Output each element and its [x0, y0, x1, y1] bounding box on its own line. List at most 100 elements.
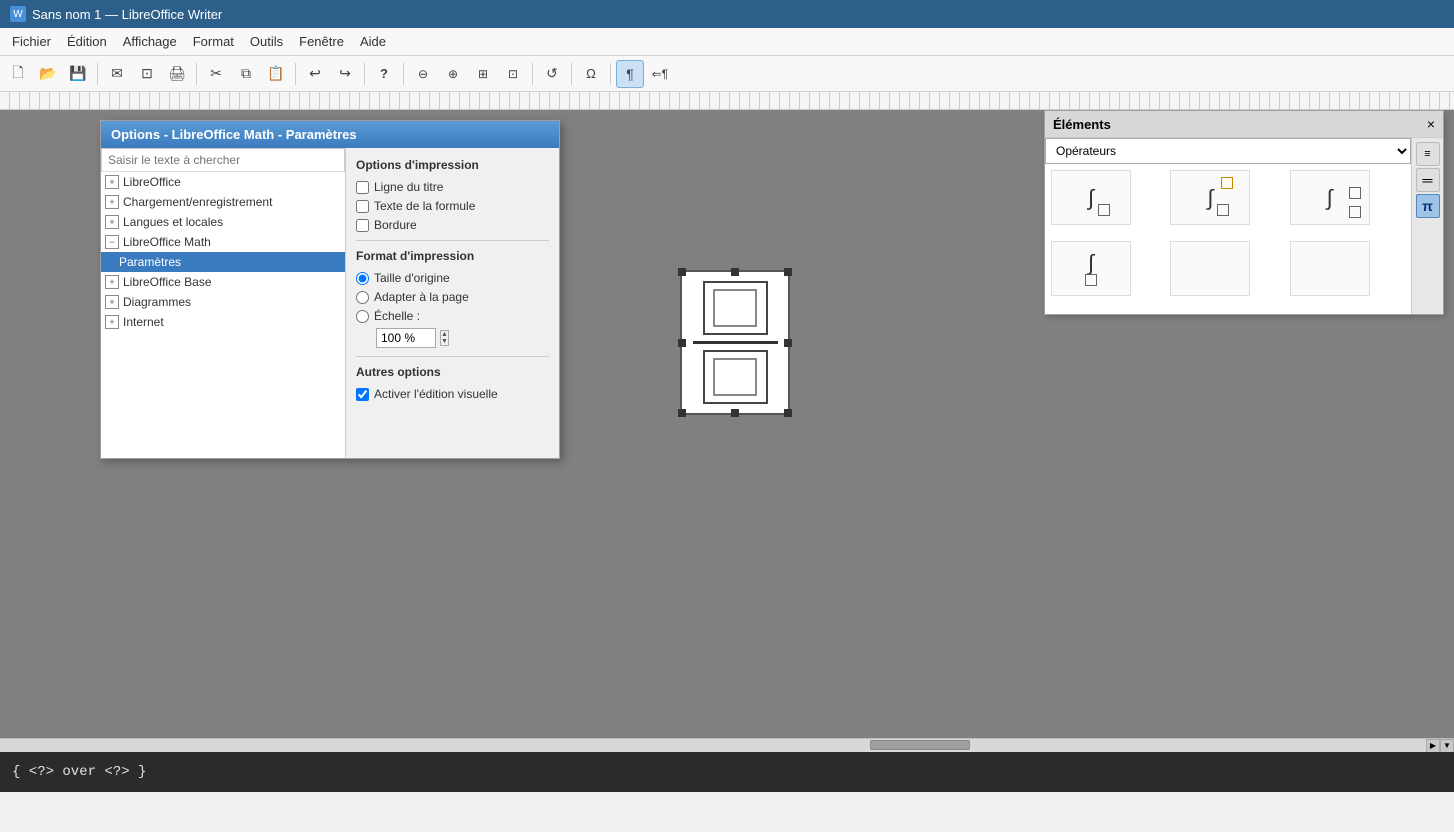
- cut-button[interactable]: ✂: [202, 60, 230, 88]
- menu-fenetre[interactable]: Fenêtre: [291, 30, 352, 53]
- tree-panel: + LibreOffice + Chargement/enregistremen…: [101, 148, 346, 458]
- bordure-checkbox[interactable]: [356, 219, 369, 232]
- handle-mr[interactable]: [784, 339, 792, 347]
- options-dialog: Options - LibreOffice Math - Paramètres …: [100, 120, 560, 459]
- zoom-out-button[interactable]: ⊖: [409, 60, 437, 88]
- scale-input[interactable]: 100 %: [376, 328, 436, 348]
- tree-item-parametres[interactable]: Paramètres: [101, 252, 345, 272]
- taille-origine-radio[interactable]: [356, 272, 369, 285]
- small-box-5: [1085, 274, 1097, 286]
- handle-tr[interactable]: [784, 268, 792, 276]
- toolbar-sep-6: [532, 63, 533, 85]
- paste-button[interactable]: 📋: [262, 60, 290, 88]
- tree-expander[interactable]: +: [105, 175, 119, 189]
- tree-item-base[interactable]: + LibreOffice Base: [101, 272, 345, 292]
- elements-side: Opérateurs Relations Ensembles Fonctions…: [1045, 138, 1443, 314]
- menu-outils[interactable]: Outils: [242, 30, 291, 53]
- tree-label: Chargement/enregistrement: [123, 195, 272, 209]
- elements-cell-2[interactable]: ∫: [1170, 170, 1250, 225]
- copy-button[interactable]: ⧉: [232, 60, 260, 88]
- refresh-button[interactable]: ↺: [538, 60, 566, 88]
- elements-cell-5[interactable]: [1170, 241, 1250, 296]
- redo-button[interactable]: ↪: [331, 60, 359, 88]
- taille-origine-label[interactable]: Taille d'origine: [374, 271, 450, 285]
- sidebar-menu-btn[interactable]: ≡: [1416, 142, 1440, 166]
- sidebar-pi-btn[interactable]: π: [1416, 194, 1440, 218]
- insert-symbol-button[interactable]: Ω: [577, 60, 605, 88]
- toolbar-sep-7: [571, 63, 572, 85]
- elements-cell-3[interactable]: ∫: [1290, 170, 1370, 225]
- email-button[interactable]: ✉: [103, 60, 131, 88]
- elements-dropdown[interactable]: Opérateurs Relations Ensembles Fonctions…: [1045, 138, 1411, 164]
- menu-edition[interactable]: Édition: [59, 30, 115, 53]
- print-button[interactable]: 🖨: [163, 60, 191, 88]
- sidebar-equals-btn[interactable]: ═: [1416, 168, 1440, 192]
- elements-close-button[interactable]: ×: [1427, 116, 1435, 132]
- math-inner-bottom: [713, 358, 757, 396]
- handle-bm[interactable]: [731, 409, 739, 417]
- other-options-title: Autres options: [356, 365, 549, 379]
- elements-main: Opérateurs Relations Ensembles Fonctions…: [1045, 138, 1411, 314]
- search-input[interactable]: [101, 148, 345, 172]
- tree-item-langues[interactable]: + Langues et locales: [101, 212, 345, 232]
- help-button[interactable]: ?: [370, 60, 398, 88]
- elements-cell-1[interactable]: ∫: [1051, 170, 1131, 225]
- rtl-button[interactable]: ⇐¶: [646, 60, 674, 88]
- integral-sym-3: ∫: [1327, 187, 1333, 209]
- undo-button[interactable]: ↩: [301, 60, 329, 88]
- scale-spinner[interactable]: ▲ ▼: [440, 330, 449, 346]
- echelle-label[interactable]: Échelle :: [374, 309, 420, 323]
- save-button[interactable]: 💾: [64, 60, 92, 88]
- tree-item-chargement[interactable]: + Chargement/enregistrement: [101, 192, 345, 212]
- menu-aide[interactable]: Aide: [352, 30, 394, 53]
- ligne-titre-checkbox[interactable]: [356, 181, 369, 194]
- menu-format[interactable]: Format: [185, 30, 242, 53]
- edition-visuelle-label[interactable]: Activer l'édition visuelle: [374, 387, 498, 401]
- zoom-in-button[interactable]: ⊕: [439, 60, 467, 88]
- settings-panel: Options d'impression Ligne du titre Text…: [346, 148, 559, 458]
- divider-1: [356, 240, 549, 241]
- zoom-page-button[interactable]: ⊡: [499, 60, 527, 88]
- print-preview-button[interactable]: ⊡: [133, 60, 161, 88]
- tree-item-libreoffice[interactable]: + LibreOffice: [101, 172, 345, 192]
- handle-br[interactable]: [784, 409, 792, 417]
- menu-fichier[interactable]: Fichier: [4, 30, 59, 53]
- scale-down-button[interactable]: ▼: [441, 338, 448, 345]
- handle-bl[interactable]: [678, 409, 686, 417]
- texte-formule-label[interactable]: Texte de la formule: [374, 199, 475, 213]
- handle-tm[interactable]: [731, 268, 739, 276]
- h-scrollbar-right[interactable]: ▼: [1440, 739, 1454, 753]
- tree-expander[interactable]: +: [105, 315, 119, 329]
- zoom-fit-button[interactable]: ⊞: [469, 60, 497, 88]
- show-formatting-button[interactable]: ¶: [616, 60, 644, 88]
- handle-ml[interactable]: [678, 339, 686, 347]
- tree-expander[interactable]: +: [105, 275, 119, 289]
- menu-affichage[interactable]: Affichage: [115, 30, 185, 53]
- open-button[interactable]: 📂: [34, 60, 62, 88]
- scale-up-button[interactable]: ▲: [441, 331, 448, 338]
- texte-formule-checkbox[interactable]: [356, 200, 369, 213]
- bordure-label[interactable]: Bordure: [374, 218, 417, 232]
- ligne-titre-label[interactable]: Ligne du titre: [374, 180, 443, 194]
- small-box-orange-top: [1221, 177, 1233, 189]
- tree-item-diagrammes[interactable]: + Diagrammes: [101, 292, 345, 312]
- new-button[interactable]: 🗋: [4, 60, 32, 88]
- elements-cell-6[interactable]: [1290, 241, 1370, 296]
- tree-item-math[interactable]: − LibreOffice Math: [101, 232, 345, 252]
- elements-cell-4[interactable]: ∫: [1051, 241, 1131, 296]
- tree-expander[interactable]: +: [105, 195, 119, 209]
- echelle-radio[interactable]: [356, 310, 369, 323]
- tree-expander[interactable]: +: [105, 215, 119, 229]
- h-scrollbar-thumb[interactable]: [870, 740, 970, 750]
- tree-expander[interactable]: +: [105, 295, 119, 309]
- document-area[interactable]: Options - LibreOffice Math - Paramètres …: [0, 110, 1454, 792]
- checkbox-ligne-titre: Ligne du titre: [356, 180, 549, 194]
- edition-visuelle-checkbox[interactable]: [356, 388, 369, 401]
- h-scrollbar-left[interactable]: ▶: [1426, 739, 1440, 753]
- handle-tl[interactable]: [678, 268, 686, 276]
- adapter-page-label[interactable]: Adapter à la page: [374, 290, 469, 304]
- tree-item-internet[interactable]: + Internet: [101, 312, 345, 332]
- formula-content: { <?> over <?> }: [12, 764, 146, 780]
- adapter-page-radio[interactable]: [356, 291, 369, 304]
- tree-expander[interactable]: −: [105, 235, 119, 249]
